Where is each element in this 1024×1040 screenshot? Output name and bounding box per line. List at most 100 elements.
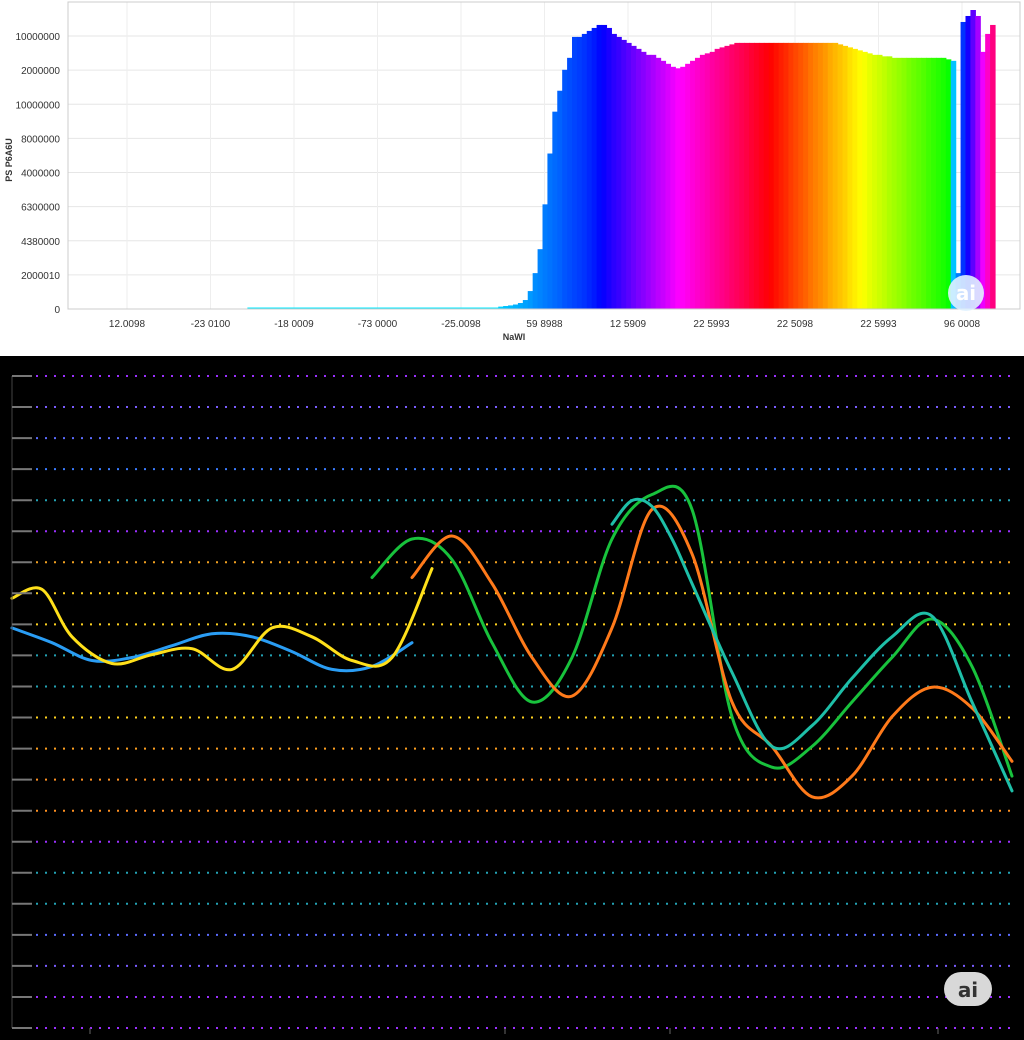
histogram-bar	[921, 57, 927, 310]
histogram-bar	[655, 57, 662, 310]
histogram-bar	[744, 42, 750, 309]
y-tick-label: 4000000	[21, 169, 60, 180]
histogram-bar	[576, 36, 583, 309]
histogram-bar	[778, 42, 785, 309]
y-axis-title: PS P6A6U	[4, 138, 14, 182]
histogram-bar	[675, 68, 681, 309]
histogram-bar	[704, 53, 711, 309]
histogram-bar	[926, 57, 932, 310]
histogram-bar	[798, 42, 804, 309]
histogram-bar	[753, 42, 760, 309]
histogram-bar	[532, 273, 539, 309]
histogram-bar	[891, 57, 898, 310]
histogram-bar	[822, 42, 829, 309]
histogram-bar	[572, 36, 578, 309]
histogram-bar	[670, 66, 676, 309]
y-tick-label: 10000000	[16, 32, 61, 43]
histogram-bar	[562, 69, 568, 309]
svg-text:ai: ai	[956, 281, 976, 305]
histogram-bar	[542, 204, 549, 309]
histogram-bar	[665, 63, 671, 309]
histogram-bar	[626, 42, 632, 309]
histogram-bar	[640, 51, 647, 310]
x-tick-label: 59 8988	[526, 319, 563, 330]
histogram-bar	[881, 56, 888, 310]
histogram-bar	[842, 45, 849, 309]
histogram-bar	[709, 51, 716, 310]
histogram-bar	[813, 42, 819, 309]
svg-text:ai: ai	[958, 978, 978, 1002]
histogram-bar	[788, 42, 794, 309]
multi-line-waveform-chart: ai	[10, 375, 1014, 1034]
histogram-bar	[739, 42, 745, 309]
x-axis-title: NaWl	[503, 332, 526, 342]
histogram-bar	[512, 304, 519, 309]
histogram-bar	[837, 44, 844, 309]
histogram-bar	[581, 33, 588, 310]
histogram-bar	[857, 50, 863, 310]
histogram-bar	[586, 30, 593, 310]
histogram-bar	[645, 54, 652, 309]
histogram-bar	[867, 53, 873, 309]
histogram-bar	[935, 57, 942, 310]
histogram-bar	[970, 10, 976, 309]
histogram-bar	[931, 57, 937, 310]
y-tick-label: 2000000	[21, 66, 60, 77]
histogram-bar	[517, 303, 524, 309]
histogram-bar	[896, 57, 903, 310]
x-tick-label: 22 5098	[777, 319, 814, 330]
histogram-bar	[783, 42, 790, 309]
ai-badge: ai	[948, 275, 984, 311]
histogram-bar	[508, 305, 514, 309]
histogram-bar	[876, 54, 883, 309]
histogram-bar	[872, 54, 878, 309]
y-tick-label: 2000010	[21, 271, 60, 282]
series-line-3	[410, 504, 1014, 800]
histogram-bar	[690, 60, 696, 309]
histogram-bar	[852, 48, 858, 310]
histogram-bar	[808, 42, 814, 309]
histogram-bar	[527, 291, 534, 309]
histogram-bar	[635, 48, 642, 310]
histogram-bar	[862, 51, 868, 310]
x-tick-label: 12 5909	[610, 319, 647, 330]
histogram-bar	[990, 24, 996, 309]
histogram-bar	[621, 39, 627, 310]
histogram-bar	[719, 47, 726, 310]
histogram-bar	[547, 153, 553, 309]
x-tick-label: -73 0000	[358, 319, 398, 330]
spectrum-histogram-chart: 0 2000010 4380000 6300000 4000000 8000000 1000…	[4, 1, 1021, 342]
histogram-bar	[601, 24, 608, 309]
histogram-bar	[567, 57, 573, 310]
ai-badge: ai	[944, 972, 992, 1006]
histogram-bar	[749, 42, 755, 309]
x-tick-label: -23 0100	[191, 319, 231, 330]
histogram-bar	[945, 59, 952, 310]
series-line-2	[370, 484, 1014, 778]
histogram-bar	[906, 57, 912, 310]
histogram-bar	[699, 54, 706, 309]
histogram-bar	[950, 60, 957, 309]
histogram-bar	[773, 42, 780, 309]
histogram-bar	[901, 57, 908, 310]
x-tick-label: -18 0009	[274, 319, 314, 330]
histogram-bar	[817, 42, 824, 309]
histogram-bar	[537, 249, 544, 309]
histogram-bar	[596, 24, 603, 309]
y-tick-label: 6300000	[21, 203, 60, 214]
histogram-bar	[980, 51, 986, 310]
histogram-bar	[552, 111, 558, 309]
histogram-bar	[714, 48, 721, 310]
y-tick-label: 10000000	[16, 100, 61, 111]
histogram-bar	[694, 57, 701, 310]
histogram-bar	[940, 57, 947, 310]
histogram-bar	[985, 33, 991, 310]
histogram-bar	[827, 42, 834, 309]
series-line-0	[10, 626, 414, 673]
histogram-bar	[832, 42, 839, 309]
y-tick-label: 0	[54, 305, 60, 316]
histogram-bar	[803, 42, 809, 309]
histogram-bar	[680, 66, 686, 309]
histogram-bar	[734, 42, 740, 309]
x-tick-label: 22 5993	[693, 319, 730, 330]
